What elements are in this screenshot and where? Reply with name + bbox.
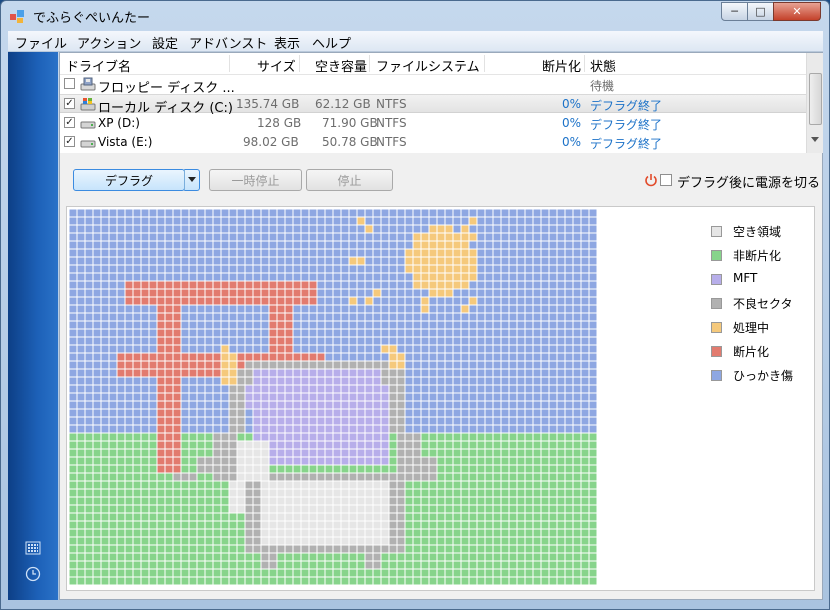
sidebar	[8, 52, 58, 600]
drive-filesystem: NTFS	[376, 116, 407, 130]
floppy-drive-icon	[80, 77, 96, 91]
drive-checkbox[interactable]: ✓	[64, 136, 75, 147]
drive-status: 待機	[590, 79, 615, 93]
drive-checkbox[interactable]: ✓	[64, 98, 75, 109]
title-bar[interactable]: でふらぐぺいんたー ─ □ ✕	[1, 1, 829, 31]
legend-label: MFT	[733, 271, 758, 285]
drive-name: XP (D:)	[98, 116, 140, 130]
drive-status: デフラグ終了	[590, 137, 663, 151]
main-panel: ドライブ名 サイズ 空き容量 ファイルシステム 断片化 状態 フロッピー ディス…	[59, 52, 823, 600]
pause-button[interactable]: 一時停止	[209, 169, 302, 191]
legend-item: 非断片化	[711, 247, 811, 271]
power-off-label: デフラグ後に電源を切る	[677, 176, 821, 191]
windows-drive-icon	[80, 98, 96, 111]
legend-swatch	[711, 274, 722, 285]
defrag-dropdown-button[interactable]	[184, 169, 200, 191]
col-status[interactable]: 状態	[590, 56, 616, 75]
legend-item: 不良セクタ	[711, 295, 811, 319]
col-size[interactable]: サイズ	[257, 56, 296, 75]
legend-label: 非断片化	[733, 249, 782, 263]
col-fragmentation[interactable]: 断片化	[542, 56, 581, 75]
drive-map-icon[interactable]	[25, 540, 41, 556]
legend-label: 処理中	[733, 321, 770, 335]
legend-label: 断片化	[733, 345, 770, 359]
col-free-space[interactable]: 空き容量	[315, 56, 367, 75]
legend-swatch	[711, 346, 722, 357]
stop-button[interactable]: 停止	[306, 169, 393, 191]
col-separator[interactable]	[369, 55, 370, 72]
legend-swatch	[711, 370, 722, 381]
legend-swatch	[711, 226, 722, 237]
app-icon	[10, 10, 24, 23]
drive-list-scrollbar[interactable]	[806, 53, 823, 153]
legend-swatch	[711, 298, 722, 309]
legend-item: 空き領域	[711, 223, 811, 247]
drive-status: デフラグ終了	[590, 99, 663, 113]
drive-filesystem: NTFS	[376, 135, 407, 149]
hard-drive-icon	[80, 140, 96, 148]
col-filesystem[interactable]: ファイルシステム	[376, 56, 480, 75]
col-drive-name[interactable]: ドライブ名	[66, 56, 131, 75]
drive-row-c[interactable]: ✓ ローカル ディスク (C:) 135.74 GB 62.12 GB NTFS…	[60, 94, 806, 116]
drive-status: デフラグ終了	[590, 118, 663, 132]
drive-filesystem: NTFS	[376, 97, 407, 111]
disk-map-panel: 空き領域非断片化 MFT 不良セクタ処理中断片化ひっかき傷	[66, 206, 815, 591]
maximize-button[interactable]: □	[747, 2, 774, 21]
menu-action[interactable]: アクション	[77, 33, 141, 52]
power-icon	[645, 174, 657, 187]
drive-size: 98.02 GB	[243, 135, 299, 149]
clock-icon[interactable]	[25, 566, 41, 582]
legend-swatch	[711, 322, 722, 333]
drive-size: 128 GB	[257, 116, 302, 130]
power-off-checkbox[interactable]	[660, 174, 672, 186]
drive-fragmentation: 0%	[562, 97, 582, 111]
menu-help[interactable]: ヘルプ	[312, 33, 351, 52]
menu-view[interactable]: 表示	[274, 33, 300, 52]
defrag-button[interactable]: デフラグ	[73, 169, 185, 191]
col-separator[interactable]	[584, 55, 585, 72]
drive-row-d[interactable]: ✓ XP (D:) 128 GB 71.90 GB NTFS 0% デフラグ終了	[60, 114, 806, 133]
legend-label: ひっかき傷	[733, 369, 794, 383]
drive-free: 62.12 GB	[315, 97, 371, 111]
pause-button-label: 一時停止	[231, 173, 280, 188]
disk-cluster-map	[69, 209, 597, 585]
drive-fragmentation: 0%	[562, 116, 582, 130]
scroll-down-arrow-icon[interactable]	[811, 137, 819, 143]
window-title: でふらぐぺいんたー	[33, 11, 151, 26]
menu-advanced[interactable]: アドバンスト	[189, 33, 267, 52]
drive-free: 71.90 GB	[322, 116, 378, 130]
drive-list-header: ドライブ名 サイズ 空き容量 ファイルシステム 断片化 状態	[60, 53, 806, 75]
dropdown-arrow-icon	[188, 177, 196, 182]
legend-label: 空き領域	[733, 225, 782, 239]
close-button[interactable]: ✕	[773, 2, 821, 21]
legend-swatch	[711, 250, 722, 261]
col-separator[interactable]	[229, 55, 230, 72]
drive-list: ドライブ名 サイズ 空き容量 ファイルシステム 断片化 状態 フロッピー ディス…	[60, 53, 823, 153]
stop-button-label: 停止	[337, 173, 362, 188]
drive-size: 135.74 GB	[236, 97, 300, 111]
drive-fragmentation: 0%	[562, 135, 582, 149]
legend: 空き領域非断片化 MFT 不良セクタ処理中断片化ひっかき傷	[711, 223, 811, 391]
minimize-button[interactable]: ─	[721, 2, 748, 21]
scrollbar-thumb[interactable]	[809, 73, 822, 125]
menu-settings[interactable]: 設定	[152, 33, 178, 52]
legend-item: 処理中	[711, 319, 811, 343]
drive-row-floppy[interactable]: フロッピー ディスク ... 待機	[60, 75, 806, 96]
defrag-button-label: デフラグ	[104, 173, 153, 188]
legend-item: 断片化	[711, 343, 811, 367]
col-separator[interactable]	[299, 55, 300, 72]
drive-checkbox[interactable]: ✓	[64, 117, 75, 128]
drive-name: Vista (E:)	[98, 135, 153, 149]
legend-item: MFT	[711, 271, 811, 295]
app-window: でふらぐぺいんたー ─ □ ✕ ファイル アクション 設定 アドバンスト 表示 …	[0, 0, 830, 610]
hard-drive-icon	[80, 121, 96, 129]
legend-label: 不良セクタ	[733, 297, 793, 311]
menu-bar: ファイル アクション 設定 アドバンスト 表示 ヘルプ	[8, 31, 823, 52]
drive-free: 50.78 GB	[322, 135, 378, 149]
drive-row-e[interactable]: ✓ Vista (E:) 98.02 GB 50.78 GB NTFS 0% デ…	[60, 133, 806, 152]
col-separator[interactable]	[484, 55, 485, 72]
menu-file[interactable]: ファイル	[15, 33, 67, 52]
drive-checkbox[interactable]	[64, 78, 75, 89]
legend-item: ひっかき傷	[711, 367, 811, 391]
